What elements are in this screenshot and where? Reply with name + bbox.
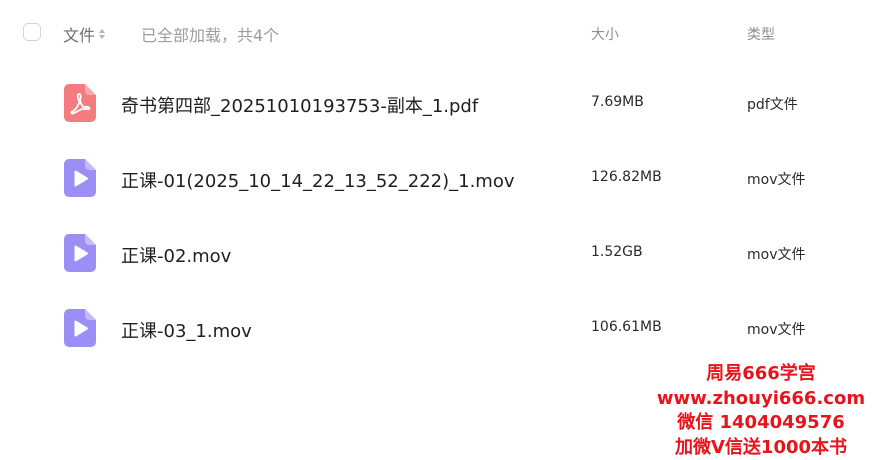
watermark-overlay: 周易666学宫 www.zhouyi666.com 微信 1404049576 … — [656, 362, 866, 460]
file-type: mov文件 — [747, 172, 806, 188]
file-row[interactable]: 正课-03_1.mov 106.61MB mov文件 — [0, 291, 874, 365]
file-row[interactable]: 正课-01(2025_10_14_22_13_52_222)_1.mov 126… — [0, 141, 874, 215]
column-header-type[interactable]: 类型 — [747, 24, 775, 44]
watermark-line: www.zhouyi666.com — [656, 387, 866, 409]
file-name[interactable]: 正课-03_1.mov — [121, 317, 252, 343]
file-type: mov文件 — [747, 322, 806, 338]
file-name[interactable]: 正课-02.mov — [121, 242, 231, 268]
column-header-size[interactable]: 大小 — [591, 24, 619, 44]
video-file-icon — [64, 234, 96, 272]
pdf-file-icon — [64, 84, 96, 122]
video-file-icon — [64, 309, 96, 347]
file-type: mov文件 — [747, 247, 806, 263]
file-size: 126.82MB — [591, 169, 662, 185]
sort-icon[interactable] — [99, 29, 106, 39]
file-size: 106.61MB — [591, 319, 662, 335]
column-header-name[interactable]: 文件 — [63, 22, 106, 46]
select-all-checkbox[interactable] — [23, 23, 41, 41]
watermark-line: 加微V信送1000本书 — [674, 436, 848, 458]
file-size: 7.69MB — [591, 94, 644, 110]
file-name[interactable]: 奇书第四部_20251010193753-副本_1.pdf — [121, 92, 478, 118]
file-list-header: 文件 已全部加载，共4个 大小 类型 — [0, 0, 874, 66]
file-row[interactable]: 奇书第四部_20251010193753-副本_1.pdf 7.69MB pdf… — [0, 66, 874, 140]
watermark-line: 微信 1404049576 — [677, 412, 845, 433]
video-file-icon — [64, 159, 96, 197]
file-row[interactable]: 正课-02.mov 1.52GB mov文件 — [0, 216, 874, 290]
load-status-text: 已全部加载，共4个 — [141, 26, 280, 45]
file-size: 1.52GB — [591, 244, 643, 260]
file-name[interactable]: 正课-01(2025_10_14_22_13_52_222)_1.mov — [121, 167, 515, 193]
file-type: pdf文件 — [747, 97, 798, 113]
column-header-name-label: 文件 — [63, 26, 96, 45]
watermark-line: 周易666学宫 — [706, 363, 816, 384]
